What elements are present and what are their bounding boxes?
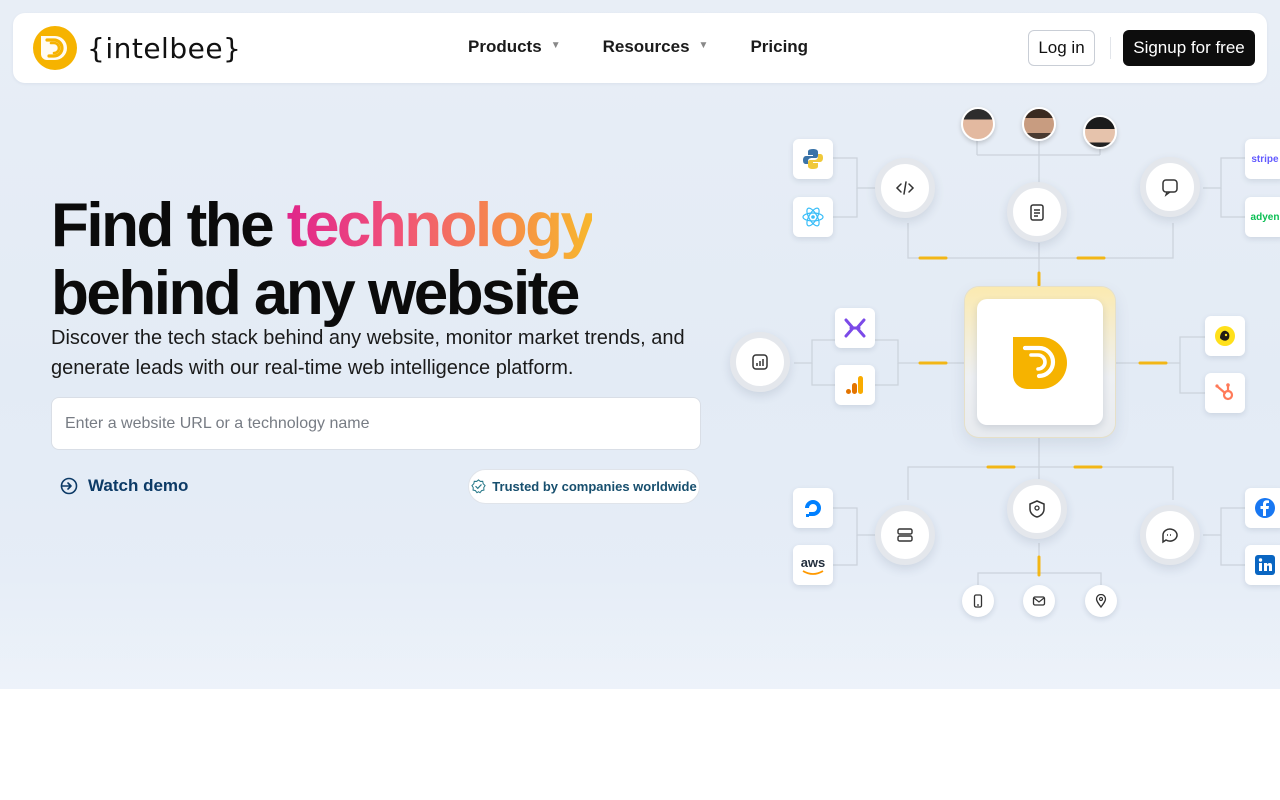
react-icon [802,207,824,227]
chat-bubble-icon [1162,528,1178,544]
location-node [1085,585,1117,617]
chat-hub [1140,157,1200,217]
intelbee-logo-icon [33,26,77,70]
digitalocean-tile [793,488,833,528]
headline-part2: behind any website [51,259,580,328]
nav-divider [1110,37,1111,59]
user-avatar [1022,107,1056,141]
analytics-hub [730,332,790,392]
brand-logo[interactable]: {intelbee} [33,26,241,70]
nav-products-label: Products [468,37,542,56]
smartphone-icon [973,594,983,608]
adyen-label: adyen [1250,211,1280,223]
tech-network-diagram: aws stripe adyen [720,95,1280,635]
aws-tile: aws [793,545,833,585]
top-navbar: {intelbee} Products ▼ Resources ▼ Pricin… [13,13,1267,83]
python-icon [803,149,823,169]
make-logo-tile [835,308,875,348]
mail-icon [1032,596,1046,606]
headline-accent: technology [286,191,595,260]
email-node [1023,585,1055,617]
clipboard-icon [1030,204,1044,221]
react-logo-tile [793,197,833,237]
server-icon [897,528,913,542]
conversation-hub [1140,505,1200,565]
map-pin-icon [1095,594,1107,608]
arrow-circle-icon [60,477,78,495]
hubspot-icon [1215,383,1234,401]
linkedin-icon [1255,555,1275,575]
code-hub [875,158,935,218]
code-icon [895,181,915,195]
server-hub [875,505,935,565]
mailchimp-icon [1215,326,1235,346]
brand-name: {intelbee} [87,31,242,65]
user-avatar [1083,115,1117,149]
adyen-tile: adyen [1245,197,1280,237]
hubspot-tile [1205,373,1245,413]
checklist-hub [1007,182,1067,242]
stripe-tile: stripe [1245,139,1280,179]
hero-subtext: Discover the tech stack behind any websi… [51,327,685,379]
nav-resources-label: Resources [602,37,690,56]
aws-smile-icon [802,569,824,575]
google-analytics-tile [835,365,875,405]
python-logo-tile [793,139,833,179]
digitalocean-icon [805,500,821,517]
nav-pricing-label: Pricing [750,37,809,56]
make-icon [844,318,866,338]
nav-products-menu[interactable]: Products ▼ [468,37,561,57]
login-button[interactable]: Log in [1028,30,1095,66]
linkedin-tile [1245,545,1280,585]
chart-icon [752,354,768,370]
search-input[interactable] [51,397,701,450]
facebook-tile [1245,488,1280,528]
intelbee-center-node [965,287,1115,437]
message-icon [1162,179,1178,197]
trusted-badge: Trusted by companies worldwide [468,469,700,504]
trusted-label: Trusted by companies worldwide [492,479,697,494]
chevron-down-icon: ▼ [550,40,561,51]
analytics-bars-icon [846,376,863,394]
chevron-down-icon: ▼ [698,40,709,51]
security-hub [1007,479,1067,539]
stripe-label: stripe [1251,153,1279,165]
watch-demo-label: Watch demo [88,476,189,495]
user-avatar [961,107,995,141]
watch-demo-link[interactable]: Watch demo [60,476,188,496]
aws-label: aws [800,554,826,570]
intelbee-logo-icon [1013,337,1067,389]
nav-resources-menu[interactable]: Resources ▼ [603,37,709,57]
nav-pricing-link[interactable]: Pricing [750,37,808,57]
shield-user-icon [1029,500,1045,518]
nav-links: Products ▼ Resources ▼ Pricing [468,37,808,57]
signup-button[interactable]: Signup for free [1123,30,1255,66]
facebook-icon [1255,498,1275,518]
verified-check-icon [471,479,487,494]
mailchimp-tile [1205,316,1245,356]
mobile-node [962,585,994,617]
headline-part1: Find the [51,191,287,260]
hero-headline: Find the technology behind any website [51,191,595,328]
center-card [977,299,1103,425]
